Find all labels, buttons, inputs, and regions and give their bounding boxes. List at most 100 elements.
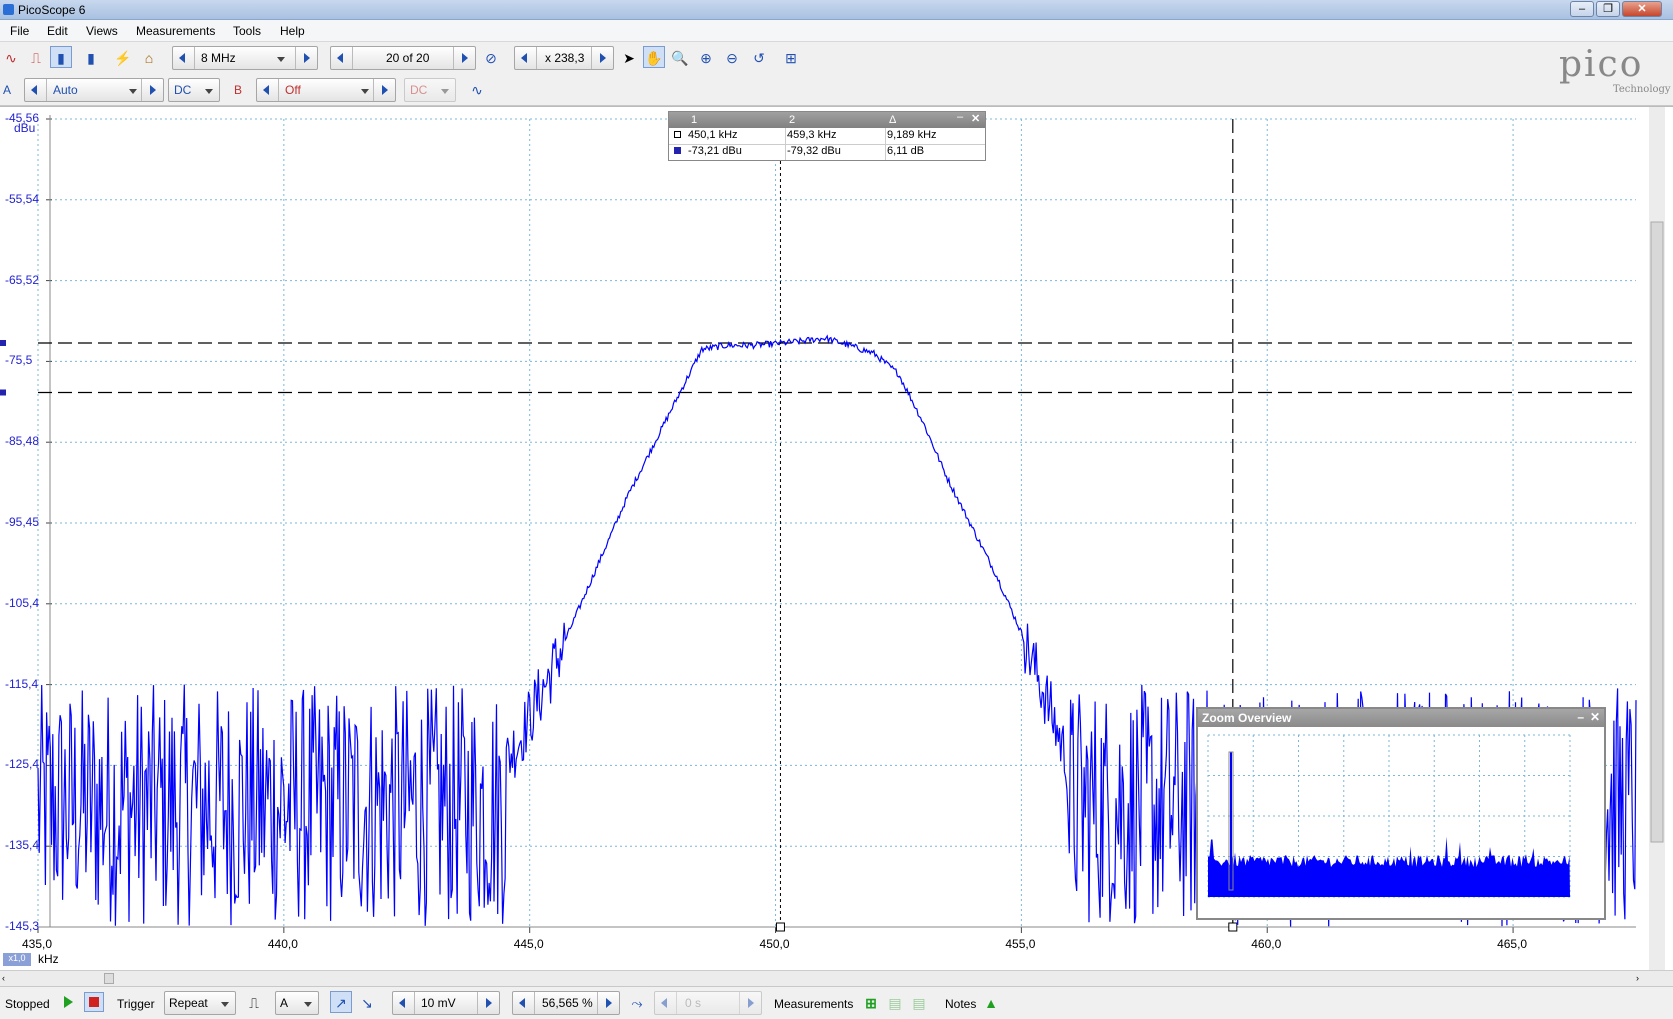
zoom-overview-minimize-icon[interactable]: – bbox=[1577, 710, 1584, 724]
channel-a-label[interactable]: A bbox=[3, 83, 11, 97]
cursor-y1: -73,21 dBu bbox=[688, 145, 742, 157]
menu-help[interactable]: Help bbox=[280, 24, 305, 38]
menu-bar: File Edit Views Measurements Tools Help bbox=[0, 20, 1673, 42]
channel-a-range-decrease-button[interactable] bbox=[25, 79, 47, 101]
channel-a-coupling-select[interactable]: DC bbox=[168, 78, 220, 102]
buffer-position: 20 of 20 bbox=[386, 51, 430, 65]
delete-measurement-icon[interactable]: ▤ bbox=[908, 992, 930, 1014]
undo-zoom-icon[interactable]: ↺ bbox=[748, 47, 770, 69]
x-tick-label: 460,0 bbox=[1251, 937, 1282, 951]
pretrigger-increase-button[interactable] bbox=[597, 992, 619, 1014]
trigger-mode-select[interactable]: Repeat bbox=[164, 991, 236, 1015]
close-icon[interactable]: ✕ bbox=[1622, 1, 1662, 17]
stop-button[interactable] bbox=[84, 992, 104, 1012]
menu-file[interactable]: File bbox=[10, 24, 29, 38]
channel-a-range-control: Auto bbox=[24, 78, 164, 102]
threshold-decrease-button[interactable] bbox=[393, 992, 415, 1014]
threshold-increase-button[interactable] bbox=[477, 992, 499, 1014]
zoom-overview-close-icon[interactable]: ✕ bbox=[1590, 710, 1600, 724]
home-icon[interactable]: ⌂ bbox=[138, 47, 160, 69]
trigger-label: Trigger bbox=[117, 997, 155, 1011]
cursor-table-close-icon[interactable]: ✕ bbox=[971, 112, 980, 125]
pico-logo: pico Technology bbox=[1543, 44, 1671, 100]
channel-b-range-increase-button[interactable] bbox=[373, 79, 395, 101]
menu-measurements[interactable]: Measurements bbox=[136, 24, 215, 38]
start-icon[interactable] bbox=[64, 996, 73, 1008]
cursor-y2: -79,32 dBu bbox=[787, 145, 841, 157]
x-tick-label: 465,0 bbox=[1497, 937, 1528, 951]
channel-a-range-increase-button[interactable] bbox=[141, 79, 163, 101]
sample-rate-select[interactable]: 8 MHz bbox=[201, 47, 291, 69]
zoom-region-icon[interactable]: 🔍 bbox=[669, 47, 691, 69]
x-scale-badge[interactable]: x1,0 bbox=[3, 953, 31, 966]
scope-mode-icon[interactable]: ∿ bbox=[0, 47, 22, 69]
logo-subtitle: Technology bbox=[1613, 84, 1671, 95]
menu-tools[interactable]: Tools bbox=[233, 24, 261, 38]
delay-increase-button[interactable] bbox=[739, 992, 761, 1014]
signal-generator-icon[interactable]: ∿ bbox=[466, 79, 488, 101]
rising-edge-icon[interactable]: ⎍ bbox=[243, 992, 265, 1014]
y-tick-label: -135,4 bbox=[5, 838, 40, 853]
pointer-tool-icon[interactable]: ➤ bbox=[618, 47, 640, 69]
time-cursor-2-handle bbox=[1228, 922, 1238, 932]
horizontal-scroll-thumb[interactable] bbox=[104, 973, 114, 984]
zoom-overview-icon[interactable]: ⊞ bbox=[780, 47, 802, 69]
delay-decrease-button[interactable] bbox=[655, 992, 677, 1014]
zoom-overview-plot[interactable] bbox=[1198, 727, 1604, 918]
cursor-x1: 450,1 kHz bbox=[688, 129, 738, 141]
zoom-increase-button[interactable] bbox=[591, 47, 613, 69]
zoom-overview-panel[interactable]: Zoom Overview – ✕ bbox=[1196, 707, 1606, 920]
y-tick-label: -125,4 bbox=[5, 757, 40, 772]
threshold-value[interactable]: 10 mV bbox=[421, 996, 456, 1010]
y-tick-label: -45,56 bbox=[5, 111, 40, 125]
y-tick-label: -65,52 bbox=[5, 272, 40, 287]
add-measurement-icon[interactable]: ⊞ bbox=[860, 992, 882, 1014]
channel-b-range-select[interactable]: Off bbox=[285, 79, 375, 101]
restore-icon[interactable]: ❐ bbox=[1596, 1, 1620, 17]
auto-setup-icon[interactable]: ⚡ bbox=[112, 47, 134, 69]
signal-cursor-1-handle bbox=[0, 339, 6, 346]
y-tick-label: -105,4 bbox=[5, 595, 40, 610]
zoom-in-icon[interactable]: ⊕ bbox=[695, 47, 717, 69]
scroll-right-icon[interactable]: › bbox=[1636, 973, 1646, 984]
scroll-left-icon[interactable]: ‹ bbox=[2, 973, 12, 984]
channel-b-label[interactable]: B bbox=[234, 83, 242, 97]
sample-rate-decrease-button[interactable] bbox=[173, 47, 195, 69]
cursor-y-delta: 6,11 dB bbox=[887, 145, 925, 157]
channel-a-range-select[interactable]: Auto bbox=[53, 79, 143, 101]
signal-cursor-2-handle bbox=[0, 389, 6, 396]
zoom-decrease-button[interactable] bbox=[515, 47, 537, 69]
minimize-icon[interactable]: – bbox=[1570, 1, 1594, 17]
sample-rate-increase-button[interactable] bbox=[295, 47, 317, 69]
cursor-x2: 459,3 kHz bbox=[787, 129, 837, 141]
spectrum-view-icon[interactable]: ▮ bbox=[80, 47, 102, 69]
channel-b-coupling-select[interactable]: DC bbox=[404, 78, 456, 102]
pretrigger-decrease-button[interactable] bbox=[513, 992, 535, 1014]
buffer-prev-button[interactable] bbox=[331, 47, 353, 69]
signal-cursor-marker bbox=[674, 147, 681, 154]
spectrum-mode-icon[interactable]: ▮ bbox=[50, 46, 72, 68]
zoom-out-icon[interactable]: ⊖ bbox=[721, 47, 743, 69]
buffer-overview-icon[interactable]: ⊘ bbox=[480, 47, 502, 69]
edit-measurement-icon[interactable]: ▤ bbox=[884, 992, 906, 1014]
notes-icon[interactable]: ▲ bbox=[980, 992, 1002, 1014]
status-bar: Stopped Trigger Repeat ⎍ A ↗ ↘ 10 mV 56,… bbox=[0, 986, 1673, 1019]
persistence-mode-icon[interactable]: ⎍ bbox=[25, 47, 47, 69]
horizontal-scrollbar[interactable]: ‹ › bbox=[0, 970, 1673, 986]
y-tick-label: -55,54 bbox=[5, 191, 40, 206]
x-tick-label: 450,0 bbox=[759, 937, 790, 951]
delay-value[interactable]: 0 s bbox=[685, 996, 701, 1010]
menu-views[interactable]: Views bbox=[86, 24, 118, 38]
trigger-channel-select[interactable]: A bbox=[275, 991, 319, 1015]
x-tick-label: 440,0 bbox=[267, 937, 298, 951]
hand-tool-icon[interactable]: ✋ bbox=[643, 46, 665, 68]
falling-edge-trigger-icon[interactable]: ↘ bbox=[356, 992, 378, 1014]
cursor-table-minimize-icon[interactable]: – bbox=[957, 111, 963, 123]
rising-edge-trigger-icon[interactable]: ↗ bbox=[330, 991, 352, 1013]
menu-edit[interactable]: Edit bbox=[47, 24, 68, 38]
buffer-next-button[interactable] bbox=[453, 47, 475, 69]
channel-b-range-decrease-button[interactable] bbox=[257, 79, 279, 101]
spectrum-view[interactable]: dBu -45,56 -55,54 -65,52 -75,5 -85,48 -95,45-… bbox=[0, 106, 1673, 971]
pretrigger-value[interactable]: 56,565 % bbox=[542, 996, 593, 1010]
post-trigger-icon[interactable]: ⤳ bbox=[626, 992, 648, 1014]
